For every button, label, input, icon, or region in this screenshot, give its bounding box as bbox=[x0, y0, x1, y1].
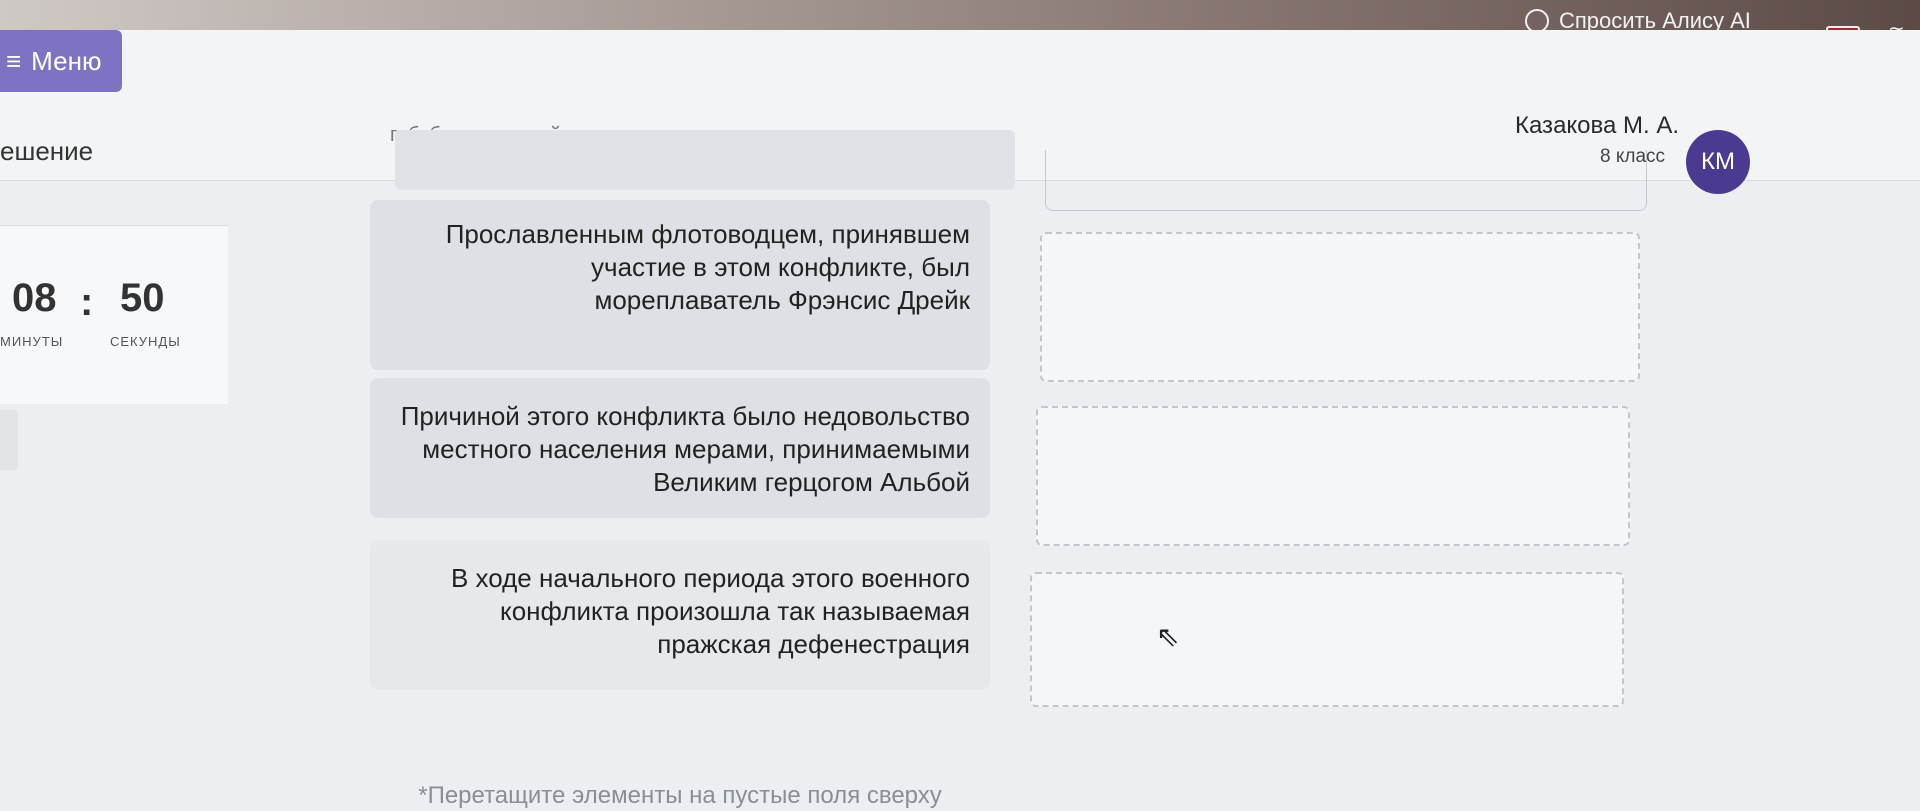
drop-zone[interactable] bbox=[1040, 232, 1640, 382]
mouse-cursor-icon: ⇖ bbox=[1156, 621, 1180, 652]
side-panel-stub bbox=[0, 410, 18, 470]
avatar[interactable]: КМ bbox=[1686, 130, 1750, 194]
menu-button[interactable]: ≡ Меню bbox=[0, 30, 122, 92]
timer-card: 08 : 50 МИНУТЫ СЕКУНДЫ bbox=[0, 225, 228, 404]
statement-text: Прославленным флотоводцем, принявшем уча… bbox=[445, 219, 970, 315]
drop-zone-previous[interactable] bbox=[1045, 150, 1647, 211]
statement-text: Причиной этого конфликта было недовольст… bbox=[400, 401, 970, 497]
timer-separator: : bbox=[80, 280, 94, 324]
statement-card[interactable]: Причиной этого конфликта было недовольст… bbox=[370, 378, 990, 518]
user-name: Казакова М. А. bbox=[1515, 112, 1680, 139]
drop-zone[interactable] bbox=[1036, 406, 1630, 546]
statement-card[interactable]: В ходе начального периода этого военного… bbox=[370, 540, 990, 690]
hamburger-icon: ≡ bbox=[6, 46, 22, 76]
subject-title: ешение bbox=[0, 136, 94, 166]
minutes-label: МИНУТЫ bbox=[0, 334, 64, 349]
seconds-label: СЕКУНДЫ bbox=[110, 334, 181, 349]
statement-card[interactable]: Прославленным флотоводцем, принявшем уча… bbox=[370, 200, 990, 370]
timer-seconds: 50 bbox=[120, 276, 165, 320]
menu-label: Меню bbox=[31, 45, 102, 76]
timer-minutes: 08 bbox=[12, 276, 57, 320]
statement-text: В ходе начального периода этого военного… bbox=[450, 563, 970, 659]
statement-card-previous[interactable] bbox=[395, 130, 1015, 190]
drop-zone[interactable] bbox=[1030, 572, 1624, 707]
drag-hint: *Перетащите элементы на пустые поля свер… bbox=[418, 782, 942, 809]
